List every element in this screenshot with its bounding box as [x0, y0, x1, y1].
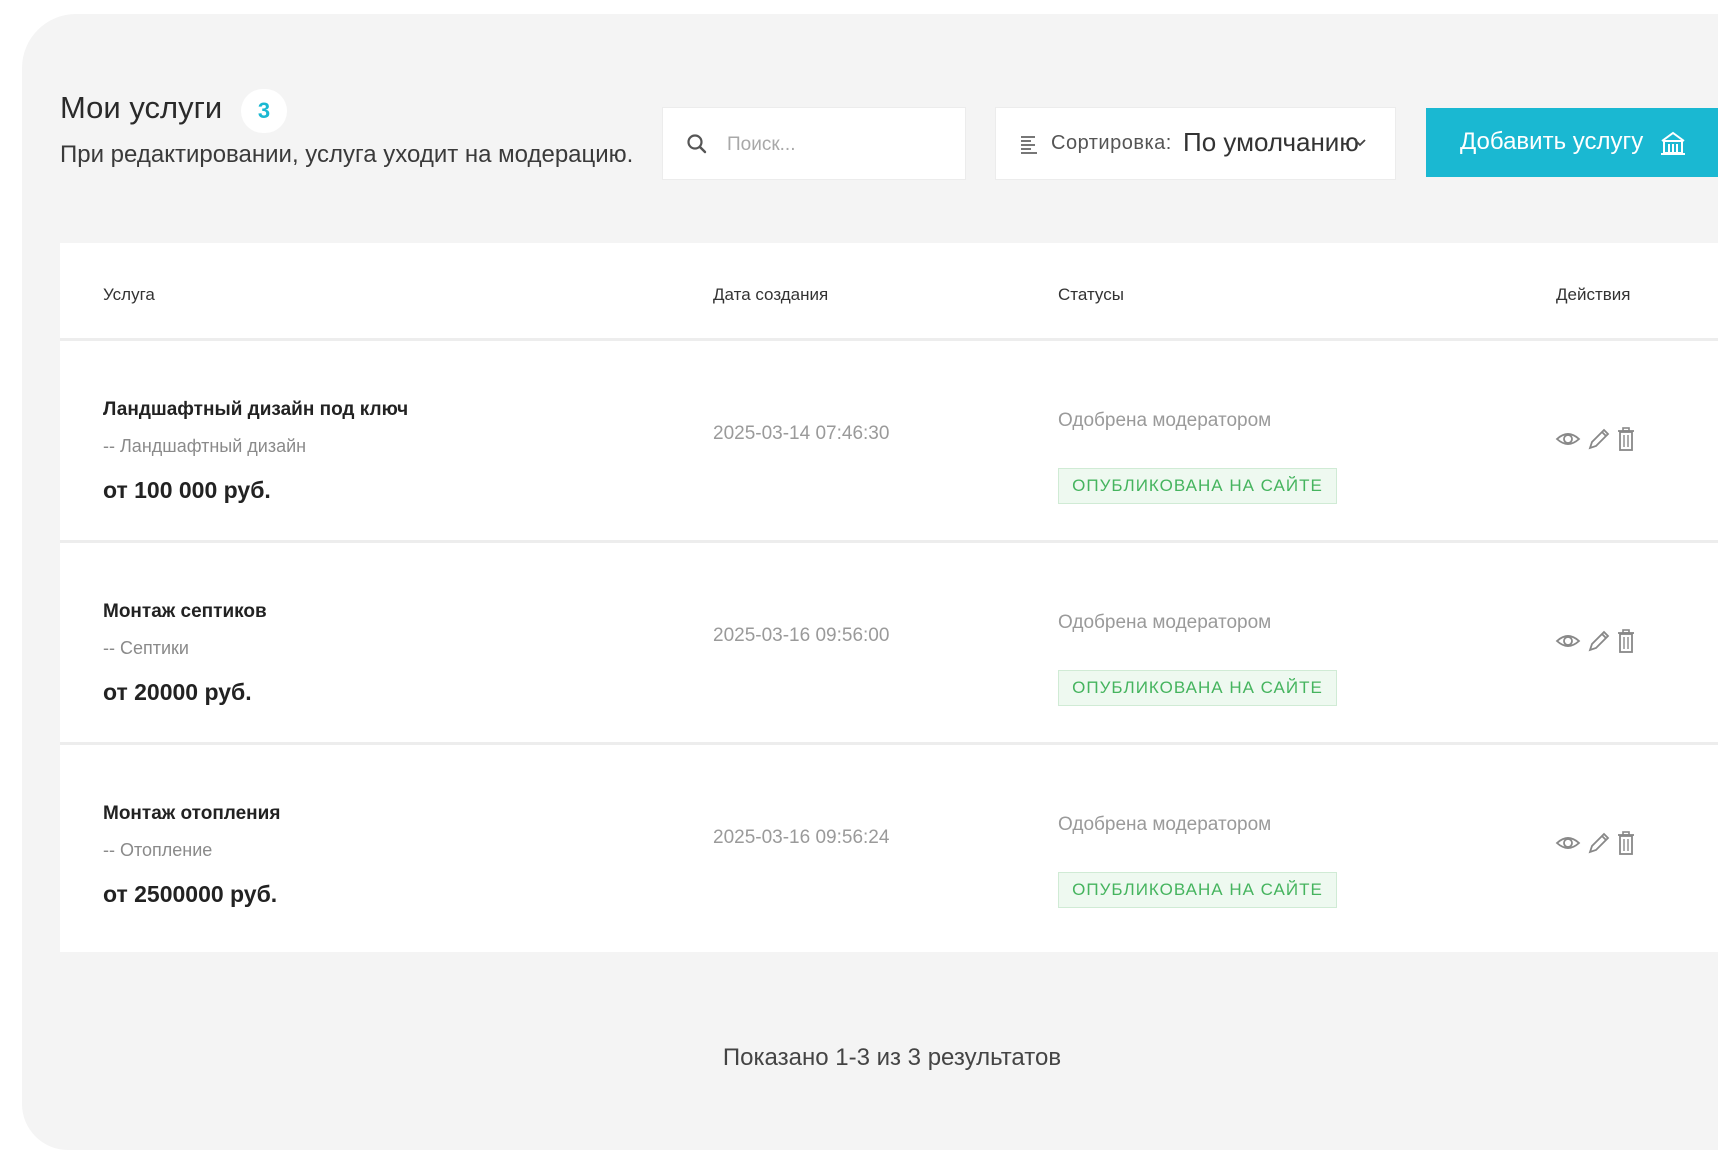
eye-icon[interactable]	[1555, 829, 1581, 857]
pencil-icon[interactable]	[1585, 627, 1611, 655]
service-price: от 2500000 руб.	[103, 881, 278, 907]
table-row: Ландшафтный дизайн под ключ -- Ландшафтн…	[60, 341, 1718, 543]
sort-lines-icon	[1021, 136, 1037, 154]
service-name: Монтаж септиков	[103, 601, 267, 622]
column-header-status: Статусы	[1058, 285, 1124, 304]
column-header-actions: Действия	[1556, 285, 1631, 304]
table-row: Монтаж септиков -- Септики от 20000 руб.…	[60, 543, 1718, 745]
sort-dropdown[interactable]: Сортировка: По умолчанию	[995, 107, 1396, 180]
search-input[interactable]	[725, 126, 949, 164]
created-date: 2025-03-16 09:56:00	[713, 625, 890, 646]
chevron-down-icon	[1354, 139, 1366, 147]
service-price: от 100 000 руб.	[103, 477, 271, 503]
pencil-icon[interactable]	[1585, 829, 1611, 857]
pagination-summary: Показано 1-3 из 3 результатов	[722, 1044, 1062, 1071]
sort-value: По умолчанию	[1183, 127, 1359, 157]
published-badge: ОПУБЛИКОВАНА НА САЙТЕ	[1058, 468, 1337, 504]
trash-icon[interactable]	[1613, 829, 1639, 857]
eye-icon[interactable]	[1555, 425, 1581, 453]
moderation-status: Одобрена модератором	[1058, 612, 1272, 633]
column-header-date: Дата создания	[713, 285, 829, 304]
created-date: 2025-03-14 07:46:30	[713, 423, 890, 444]
page-subtitle: При редактировании, услуга уходит на мод…	[60, 141, 634, 168]
service-category: -- Отопление	[103, 840, 213, 860]
building-icon	[1661, 131, 1685, 155]
services-table: Услуга Дата создания Статусы Действия Ла…	[60, 243, 1718, 952]
moderation-status: Одобрена модератором	[1058, 410, 1272, 431]
service-price: от 20000 руб.	[103, 679, 252, 705]
service-name: Ландшафтный дизайн под ключ	[103, 399, 409, 420]
trash-icon[interactable]	[1613, 425, 1639, 453]
trash-icon[interactable]	[1613, 627, 1639, 655]
eye-icon[interactable]	[1555, 627, 1581, 655]
sort-label: Сортировка:	[1051, 132, 1172, 154]
add-service-label: Добавить услугу	[1460, 127, 1644, 155]
services-count-badge: 3	[241, 89, 287, 133]
published-badge: ОПУБЛИКОВАНА НА САЙТЕ	[1058, 670, 1337, 706]
page-title: Мои услуги	[60, 90, 223, 125]
search-box	[662, 107, 966, 180]
table-header: Услуга Дата создания Статусы Действия	[60, 243, 1718, 341]
service-category: -- Септики	[103, 638, 189, 658]
search-icon	[687, 134, 707, 154]
moderation-status: Одобрена модератором	[1058, 814, 1272, 835]
add-service-button[interactable]: Добавить услугу	[1426, 108, 1718, 177]
table-row: Монтаж отопления -- Отопление от 2500000…	[60, 745, 1718, 947]
column-header-service: Услуга	[103, 285, 155, 304]
pencil-icon[interactable]	[1585, 425, 1611, 453]
service-category: -- Ландшафтный дизайн	[103, 436, 307, 456]
published-badge: ОПУБЛИКОВАНА НА САЙТЕ	[1058, 872, 1337, 908]
service-name: Монтаж отопления	[103, 803, 281, 824]
created-date: 2025-03-16 09:56:24	[713, 827, 890, 848]
